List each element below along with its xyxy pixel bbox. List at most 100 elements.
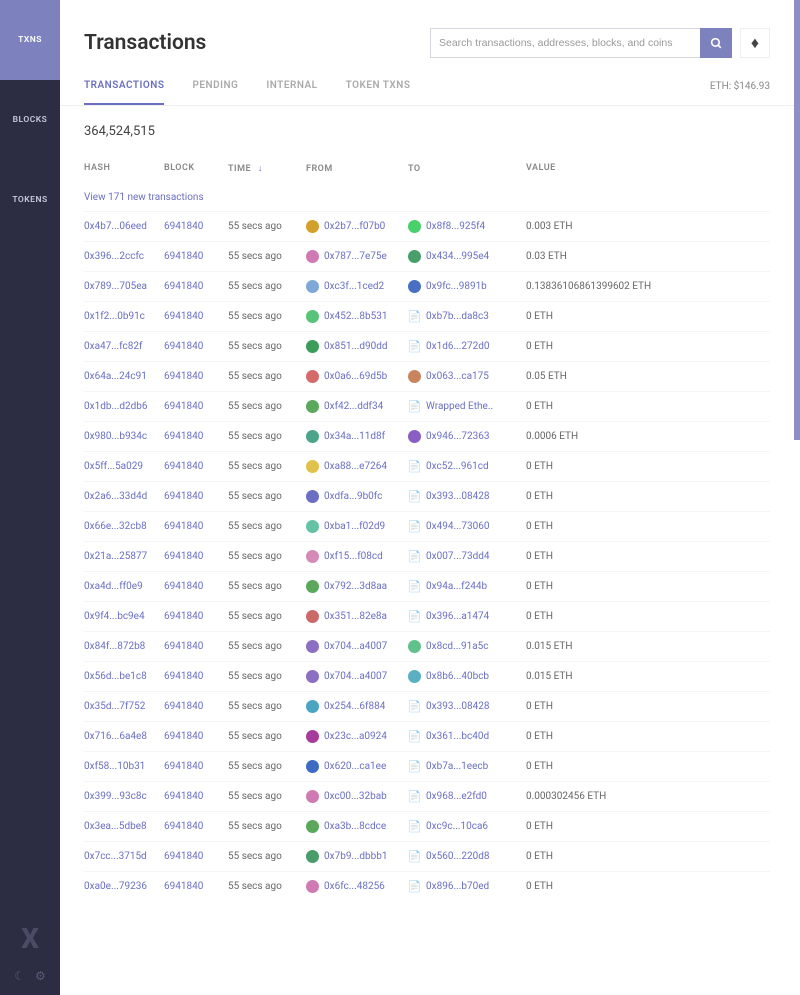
tx-hash-link[interactable]: 0x66e...32cb8 <box>84 521 164 532</box>
from-address-link[interactable]: 0x351...82e8a <box>324 611 387 622</box>
scrollbar-thumb[interactable] <box>794 0 800 440</box>
block-link[interactable]: 6941840 <box>164 521 228 532</box>
new-transactions-link[interactable]: View 171 new transactions <box>84 184 770 211</box>
tx-hash-link[interactable]: 0x2a6...33d4d <box>84 491 164 502</box>
tx-hash-link[interactable]: 0x64a...24c91 <box>84 371 164 382</box>
from-address-link[interactable]: 0xba1...f02d9 <box>324 521 385 532</box>
to-address-link[interactable]: 0x063...ca175 <box>426 371 489 382</box>
th-from[interactable]: FROM <box>306 163 408 174</box>
from-address-link[interactable]: 0x792...3d8aa <box>324 581 387 592</box>
to-address-link[interactable]: 0x396...a1474 <box>426 611 489 622</box>
to-address-link[interactable]: 0x968...e2fd0 <box>426 791 487 802</box>
from-address-link[interactable]: 0xc00...32bab <box>324 791 387 802</box>
tx-hash-link[interactable]: 0x399...93c8c <box>84 791 164 802</box>
sidebar-item-blocks[interactable]: BLOCKS <box>0 80 60 160</box>
from-address-link[interactable]: 0x7b9...dbbb1 <box>324 851 387 862</box>
to-address-link[interactable]: Wrapped Ethe.. <box>426 401 493 412</box>
tx-hash-link[interactable]: 0x789...705ea <box>84 281 164 292</box>
from-address-link[interactable]: 0xa3b...8cdce <box>324 821 386 832</box>
to-address-link[interactable]: 0x434...995e4 <box>426 251 489 262</box>
tx-hash-link[interactable]: 0x980...b934c <box>84 431 164 442</box>
from-address-link[interactable]: 0xf42...ddf34 <box>324 401 383 412</box>
from-address-link[interactable]: 0x620...ca1ee <box>324 761 386 772</box>
to-address-link[interactable]: 0x8cd...91a5c <box>426 641 489 652</box>
to-address-link[interactable]: 0x1d6...272d0 <box>426 341 490 352</box>
from-address-link[interactable]: 0x2b7...f07b0 <box>324 221 385 232</box>
to-address-link[interactable]: 0x94a...f244b <box>426 581 487 592</box>
sidebar-item-tokens[interactable]: TOKENS <box>0 160 60 240</box>
tx-hash-link[interactable]: 0x3ea...5dbe8 <box>84 821 164 832</box>
to-address-link[interactable]: 0x896...b70ed <box>426 881 489 892</box>
tx-hash-link[interactable]: 0x21a...25877 <box>84 551 164 562</box>
tx-hash-link[interactable]: 0xf58...10b31 <box>84 761 164 772</box>
to-address-link[interactable]: 0x9fc...9891b <box>426 281 487 292</box>
block-link[interactable]: 6941840 <box>164 611 228 622</box>
from-address-link[interactable]: 0x254...6f884 <box>324 701 385 712</box>
from-address-link[interactable]: 0x0a6...69d5b <box>324 371 387 382</box>
block-link[interactable]: 6941840 <box>164 731 228 742</box>
tx-hash-link[interactable]: 0xa4d...ff0e9 <box>84 581 164 592</box>
tx-hash-link[interactable]: 0x5ff...5a029 <box>84 461 164 472</box>
tx-hash-link[interactable]: 0x56d...be1c8 <box>84 671 164 682</box>
scrollbar-track[interactable] <box>794 0 800 995</box>
block-link[interactable]: 6941840 <box>164 461 228 472</box>
from-address-link[interactable]: 0x851...d90dd <box>324 341 388 352</box>
to-address-link[interactable]: 0x007...73dd4 <box>426 551 490 562</box>
block-link[interactable]: 6941840 <box>164 221 228 232</box>
search-input[interactable] <box>430 28 700 58</box>
block-link[interactable]: 6941840 <box>164 341 228 352</box>
search-button[interactable] <box>700 28 732 58</box>
block-link[interactable]: 6941840 <box>164 701 228 712</box>
from-address-link[interactable]: 0xc3f...1ced2 <box>324 281 384 292</box>
block-link[interactable]: 6941840 <box>164 671 228 682</box>
tab-transactions[interactable]: TRANSACTIONS <box>84 80 164 105</box>
to-address-link[interactable]: 0xc9c...10ca6 <box>426 821 488 832</box>
tx-hash-link[interactable]: 0x1db...d2db6 <box>84 401 164 412</box>
block-link[interactable]: 6941840 <box>164 761 228 772</box>
to-address-link[interactable]: 0x393...08428 <box>426 701 489 712</box>
th-block[interactable]: BLOCK <box>164 163 228 174</box>
block-link[interactable]: 6941840 <box>164 851 228 862</box>
to-address-link[interactable]: 0x8b6...40bcb <box>426 671 489 682</box>
tx-hash-link[interactable]: 0xa0e...79236 <box>84 881 164 892</box>
block-link[interactable]: 6941840 <box>164 581 228 592</box>
to-address-link[interactable]: 0xc52...961cd <box>426 461 489 472</box>
from-address-link[interactable]: 0x34a...11d8f <box>324 431 385 442</box>
to-address-link[interactable]: 0x560...220d8 <box>426 851 489 862</box>
tab-pending[interactable]: PENDING <box>192 80 238 105</box>
tx-hash-link[interactable]: 0x396...2ccfc <box>84 251 164 262</box>
block-link[interactable]: 6941840 <box>164 311 228 322</box>
from-address-link[interactable]: 0x23c...a0924 <box>324 731 387 742</box>
tab-internal[interactable]: INTERNAL <box>266 80 317 105</box>
from-address-link[interactable]: 0xa88...e7264 <box>324 461 387 472</box>
to-address-link[interactable]: 0xb7b...da8c3 <box>426 311 489 322</box>
to-address-link[interactable]: 0x361...bc40d <box>426 731 489 742</box>
block-link[interactable]: 6941840 <box>164 401 228 412</box>
th-time[interactable]: TIME ↓ <box>228 163 306 174</box>
from-address-link[interactable]: 0xdfa...9b0fc <box>324 491 382 502</box>
block-link[interactable]: 6941840 <box>164 491 228 502</box>
from-address-link[interactable]: 0xf15...f08cd <box>324 551 383 562</box>
tab-token-txns[interactable]: TOKEN TXNS <box>346 80 411 105</box>
to-address-link[interactable]: 0x8f8...925f4 <box>426 221 485 232</box>
tx-hash-link[interactable]: 0x9f4...bc9e4 <box>84 611 164 622</box>
block-link[interactable]: 6941840 <box>164 641 228 652</box>
to-address-link[interactable]: 0xb7a...1eecb <box>426 761 488 772</box>
from-address-link[interactable]: 0x787...7e75e <box>324 251 387 262</box>
th-to[interactable]: TO <box>408 163 526 174</box>
tx-hash-link[interactable]: 0x35d...7f752 <box>84 701 164 712</box>
tx-hash-link[interactable]: 0x4b7...06eed <box>84 221 164 232</box>
block-link[interactable]: 6941840 <box>164 371 228 382</box>
from-address-link[interactable]: 0x704...a4007 <box>324 641 387 652</box>
th-value[interactable]: VALUE <box>526 163 770 174</box>
block-link[interactable]: 6941840 <box>164 431 228 442</box>
block-link[interactable]: 6941840 <box>164 551 228 562</box>
to-address-link[interactable]: 0x494...73060 <box>426 521 489 532</box>
block-link[interactable]: 6941840 <box>164 821 228 832</box>
tx-hash-link[interactable]: 0x716...6a4e8 <box>84 731 164 742</box>
tx-hash-link[interactable]: 0x1f2...0b91c <box>84 311 164 322</box>
sidebar-item-txns[interactable]: TXNS <box>0 0 60 80</box>
block-link[interactable]: 6941840 <box>164 791 228 802</box>
moon-icon[interactable]: ☾ <box>14 969 25 983</box>
from-address-link[interactable]: 0x452...8b531 <box>324 311 387 322</box>
